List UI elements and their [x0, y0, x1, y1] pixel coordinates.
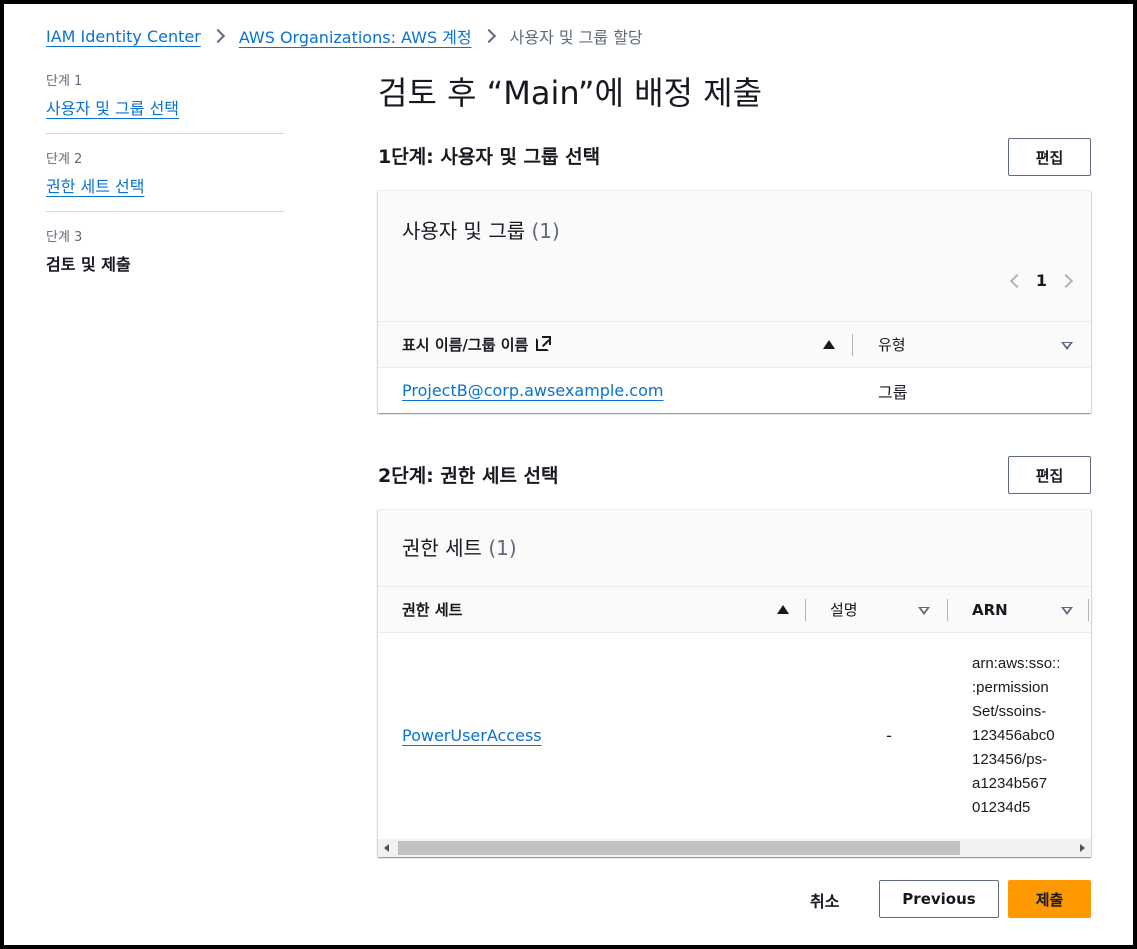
permission-set-link[interactable]: PowerUserAccess	[402, 726, 542, 745]
arn-line: Set/ssoins-	[972, 702, 1047, 720]
previous-button[interactable]: Previous	[879, 880, 999, 918]
column-divider[interactable]	[1088, 599, 1089, 621]
permission-sets-container: 권한 세트 (1) 권한 세트 설명 ARN PowerUserAccess -…	[378, 509, 1091, 857]
chevron-right-icon	[210, 28, 225, 44]
step-1: 단계 1 사용자 및 그룹 선택	[46, 70, 284, 134]
item-count: (1)	[488, 536, 517, 560]
cell-arn: arn:aws:sso:: :permission Set/ssoins- 12…	[948, 633, 1091, 839]
step-number: 단계 3	[46, 230, 83, 245]
table-header-row: 권한 세트 설명 ARN	[378, 586, 1091, 633]
table-row: ProjectB@corp.awsexample.com 그룹	[378, 368, 1091, 414]
horizontal-scrollbar[interactable]	[378, 839, 1091, 857]
breadcrumb-current: 사용자 및 그룹 할당	[509, 28, 643, 47]
step-2: 단계 2 권한 세트 선택	[46, 148, 284, 212]
cell-type: 그룹	[878, 382, 908, 402]
arn-line: 123456/ps-	[972, 750, 1048, 768]
table-row: PowerUserAccess - arn:aws:sso:: :permiss…	[378, 633, 1091, 839]
chevron-left-icon[interactable]	[1009, 273, 1024, 288]
container-title-text: 권한 세트	[402, 536, 482, 560]
container-title: 권한 세트 (1)	[402, 532, 517, 561]
arn-line: a1234b567	[972, 774, 1048, 792]
users-groups-container: 사용자 및 그룹 (1) 1 표시 이름/그룹 이름 유형 ProjectB@c…	[378, 190, 1091, 413]
page-number[interactable]: 1	[1036, 271, 1047, 290]
column-header-label: 표시 이름/그룹 이름	[402, 336, 529, 354]
external-link-icon	[536, 336, 552, 351]
arn-line: 123456abc0	[972, 726, 1055, 744]
breadcrumb-aws-organizations[interactable]: AWS Organizations: AWS 계정	[239, 24, 472, 48]
step-current-review: 검토 및 제출	[46, 255, 131, 274]
section1-title: 1단계: 사용자 및 그룹 선택	[378, 146, 601, 168]
sort-ascending-icon	[777, 605, 789, 614]
chevron-right-icon	[481, 28, 496, 44]
cell-permission-set: PowerUserAccess	[378, 633, 806, 839]
submit-button[interactable]: 제출	[1008, 880, 1091, 918]
edit-step1-button[interactable]: 편집	[1008, 138, 1091, 176]
table-header-row: 표시 이름/그룹 이름 유형	[378, 321, 1091, 368]
column-header-type[interactable]: 유형	[853, 322, 1091, 368]
scroll-right-icon[interactable]	[1080, 844, 1085, 852]
arn-line: :permission	[972, 678, 1049, 696]
step-number: 단계 1	[46, 74, 83, 89]
wizard-steps-nav: 단계 1 사용자 및 그룹 선택 단계 2 권한 세트 선택 단계 3 검토 및…	[46, 70, 284, 303]
section2-title: 2단계: 권한 세트 선택	[378, 465, 559, 487]
cell-description: -	[886, 726, 892, 746]
column-header-description[interactable]: 설명	[806, 587, 948, 633]
container-header: 권한 세트 (1)	[378, 510, 1091, 586]
permission-sets-table: 권한 세트 설명 ARN PowerUserAccess - arn:aws:s…	[378, 586, 1091, 839]
breadcrumb: IAM Identity Center AWS Organizations: A…	[46, 24, 643, 48]
container-title-text: 사용자 및 그룹	[402, 219, 526, 243]
column-header-label: 유형	[878, 336, 906, 354]
arn-line: 01234d5	[972, 798, 1031, 816]
sort-none-icon	[918, 607, 930, 615]
breadcrumb-iam-identity-center[interactable]: IAM Identity Center	[46, 27, 201, 46]
users-groups-table: 표시 이름/그룹 이름 유형 ProjectB@corp.awsexample.…	[378, 321, 1091, 414]
arn-line: arn:aws:sso::	[972, 654, 1061, 672]
pagination: 1	[1009, 271, 1074, 290]
item-count: (1)	[531, 219, 560, 243]
column-header-label: 설명	[830, 601, 858, 619]
sort-none-icon	[1061, 607, 1073, 615]
column-header-permission-set[interactable]: 권한 세트	[378, 587, 806, 633]
sort-none-icon	[1061, 342, 1073, 350]
sort-ascending-icon	[823, 340, 835, 349]
column-header-arn[interactable]: ARN	[948, 587, 1091, 633]
chevron-right-icon[interactable]	[1058, 273, 1074, 288]
step-3: 단계 3 검토 및 제출	[46, 226, 284, 289]
step-link-select-users[interactable]: 사용자 및 그룹 선택	[46, 95, 179, 119]
cell-name: ProjectB@corp.awsexample.com	[378, 368, 853, 414]
cancel-button[interactable]: 취소	[810, 888, 839, 912]
container-title: 사용자 및 그룹 (1)	[402, 215, 560, 244]
container-header: 사용자 및 그룹 (1) 1	[378, 191, 1091, 321]
group-link[interactable]: ProjectB@corp.awsexample.com	[402, 381, 663, 400]
step-number: 단계 2	[46, 152, 83, 167]
scrollbar-thumb[interactable]	[398, 841, 960, 855]
edit-step2-button[interactable]: 편집	[1008, 456, 1091, 494]
step-link-select-permission-sets[interactable]: 권한 세트 선택	[46, 173, 145, 197]
page-title: 검토 후 “Main”에 배정 제출	[378, 74, 763, 112]
column-header-display-name[interactable]: 표시 이름/그룹 이름	[378, 322, 853, 368]
scroll-left-icon[interactable]	[384, 844, 389, 852]
column-header-label: ARN	[972, 600, 1008, 619]
column-header-label: 권한 세트	[402, 601, 463, 619]
